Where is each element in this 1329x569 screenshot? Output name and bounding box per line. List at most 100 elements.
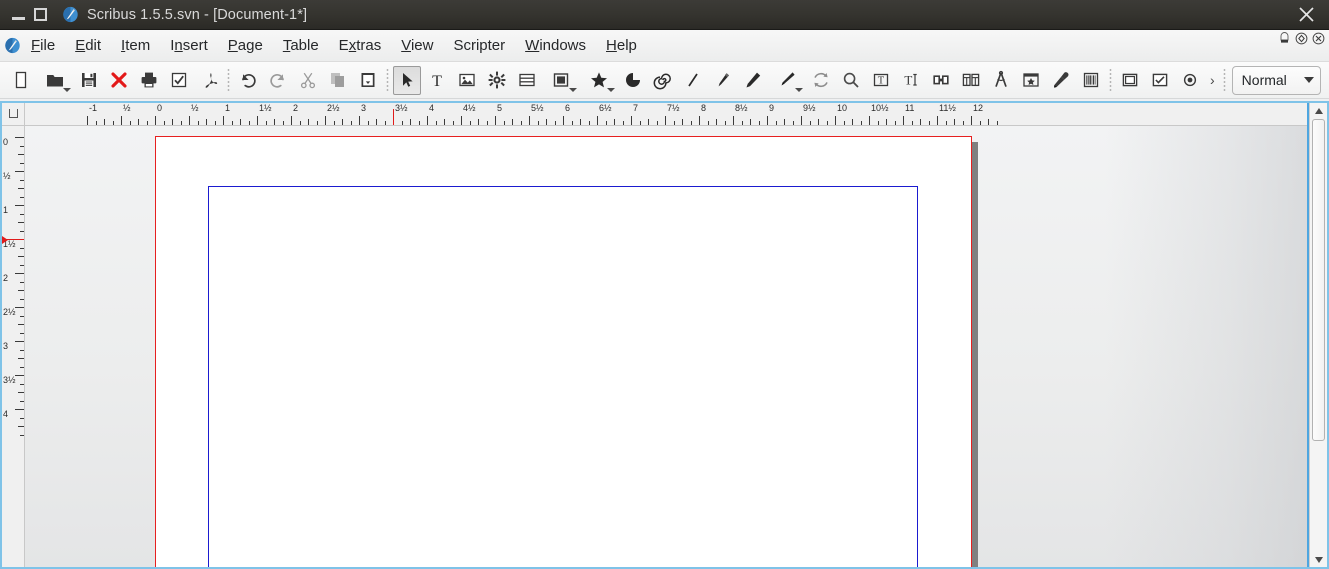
paste-button[interactable]: [354, 66, 382, 95]
svg-text:T: T: [878, 76, 885, 87]
hruler-label: 1: [225, 103, 231, 113]
arc-button[interactable]: [619, 66, 647, 95]
select-item-button[interactable]: [393, 65, 421, 95]
close-document-button[interactable]: [105, 66, 133, 95]
menu-item-view[interactable]: View: [391, 32, 443, 59]
link-text-frames-button[interactable]: [927, 66, 955, 95]
vruler-minor-tick: [20, 384, 24, 385]
copy-button[interactable]: [324, 66, 352, 95]
hruler-minor-tick: [742, 121, 743, 125]
zoom-button[interactable]: [837, 66, 865, 95]
menu-item-edit[interactable]: Edit: [65, 32, 111, 59]
pdf-radio-button-button[interactable]: [1176, 66, 1204, 95]
menu-item-scripter[interactable]: Scripter: [443, 32, 515, 59]
render-frame-button[interactable]: [483, 66, 511, 95]
doc-restore-button[interactable]: [1295, 32, 1308, 45]
hruler-minor-tick: [181, 121, 182, 125]
polygon-button[interactable]: [581, 66, 617, 95]
hruler-minor-tick: [793, 121, 794, 125]
preflight-verifier-button[interactable]: [165, 66, 193, 95]
window-close-button[interactable]: [1293, 0, 1319, 29]
spiral-button[interactable]: [649, 66, 677, 95]
pdf-check-box-button[interactable]: [1146, 66, 1174, 95]
chevron-down-icon[interactable]: [795, 87, 803, 92]
save-document-button[interactable]: [75, 66, 103, 95]
redo-button[interactable]: [264, 66, 292, 95]
doc-minimize-button[interactable]: [1278, 32, 1291, 45]
scroll-up-button[interactable]: [1310, 103, 1327, 118]
scrollbar-thumb[interactable]: [1312, 119, 1325, 441]
copy-item-properties-button[interactable]: [1017, 66, 1045, 95]
ruler-origin-box[interactable]: [2, 103, 25, 126]
cut-button[interactable]: [294, 66, 322, 95]
hruler-minor-tick: [504, 121, 505, 125]
hruler-minor-tick: [980, 121, 981, 125]
calligraphic-line-button[interactable]: [769, 66, 805, 95]
menu-item-file[interactable]: File: [21, 32, 65, 59]
new-document-button[interactable]: [7, 66, 35, 95]
window-minimize-button[interactable]: [8, 5, 28, 25]
eye-dropper-button[interactable]: [1047, 66, 1075, 95]
chevron-down-icon[interactable]: [607, 87, 615, 92]
menu-item-page[interactable]: Page: [218, 32, 273, 59]
menu-item-table[interactable]: Table: [273, 32, 329, 59]
hruler-minor-tick: [640, 121, 641, 125]
edit-text-button[interactable]: T: [897, 66, 925, 95]
shape-button[interactable]: [543, 66, 579, 95]
barcode-button[interactable]: [1077, 66, 1105, 95]
pdf-push-button-button[interactable]: [1116, 66, 1144, 95]
window-maximize-button[interactable]: [30, 5, 50, 25]
document-canvas[interactable]: [24, 125, 1310, 567]
freehand-line-button[interactable]: [739, 66, 767, 95]
toolbar-trailing-chevron-icon[interactable]: ›: [1324, 72, 1329, 88]
hruler-minor-tick: [266, 121, 267, 125]
bezier-curve-button[interactable]: [709, 66, 737, 95]
table-button[interactable]: [513, 66, 541, 95]
vruler-label: 3½: [3, 375, 16, 385]
hruler-minor-tick: [368, 121, 369, 125]
hruler-minor-tick: [988, 119, 989, 125]
undo-button[interactable]: [234, 66, 262, 95]
horizontal-ruler[interactable]: -1 ½ 0 ½ 1 1½ 2 2½ 3 3½ 4 4½ 5 5½ 6 6½ 7 7½ 8 8½ 9 9½ 10 10½ 11 1…: [24, 103, 1327, 126]
hruler-minor-tick: [818, 119, 819, 125]
chevron-down-icon[interactable]: [63, 87, 71, 92]
doc-close-button[interactable]: [1312, 32, 1325, 45]
measurements-button[interactable]: [987, 66, 1015, 95]
menu-item-item[interactable]: Item: [111, 32, 160, 59]
hruler-label: 6½: [599, 103, 612, 113]
title-bar: Scribus 1.5.5.svn - [Document-1*]: [0, 0, 1329, 30]
layer-select[interactable]: Normal: [1231, 65, 1321, 95]
image-frame-button[interactable]: [453, 66, 481, 95]
layer-select-value: Normal: [1241, 72, 1287, 88]
export-pdf-button[interactable]: [195, 66, 223, 95]
hruler-tick: [121, 116, 122, 125]
vruler-label: 2: [3, 273, 9, 283]
open-document-button[interactable]: [37, 66, 73, 95]
vertical-scrollbar[interactable]: [1307, 103, 1327, 567]
edit-contents-button[interactable]: T: [867, 66, 895, 95]
hruler-minor-tick: [708, 121, 709, 125]
hruler-minor-tick: [920, 119, 921, 125]
hruler-label: ½: [123, 103, 131, 113]
hruler-minor-tick: [912, 121, 913, 125]
menu-item-windows[interactable]: Windows: [515, 32, 596, 59]
text-frame-button[interactable]: T: [423, 66, 451, 95]
hruler-minor-tick: [164, 121, 165, 125]
toolbar-overflow-chevron-icon[interactable]: ›: [1205, 72, 1220, 88]
vertical-ruler[interactable]: 0 ½ 1 1½ 2 2½ 3 3½ 4: [2, 125, 25, 567]
line-button[interactable]: [679, 66, 707, 95]
menu-item-insert[interactable]: Insert: [160, 32, 218, 59]
rotate-item-icon: [811, 70, 831, 90]
unlink-text-frames-button[interactable]: [957, 66, 985, 95]
menu-item-extras[interactable]: Extras: [329, 32, 392, 59]
main-toolbar: T T T › Normal ›: [0, 62, 1329, 99]
hruler-minor-tick: [623, 121, 624, 125]
menu-item-help[interactable]: Help: [596, 32, 647, 59]
scroll-down-button[interactable]: [1310, 552, 1327, 567]
chevron-down-icon[interactable]: [569, 87, 577, 92]
rotate-item-button[interactable]: [807, 66, 835, 95]
hruler-minor-tick: [606, 121, 607, 125]
print-button[interactable]: [135, 66, 163, 95]
hruler-minor-tick: [827, 121, 828, 125]
hruler-minor-tick: [555, 121, 556, 125]
